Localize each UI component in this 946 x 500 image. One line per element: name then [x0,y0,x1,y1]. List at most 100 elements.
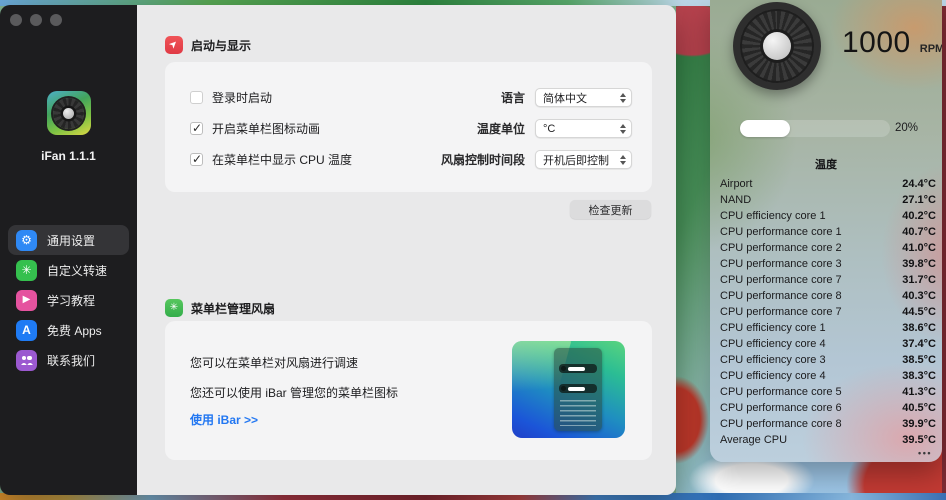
settings-content: ➤ 启动与显示 登录时启动 开启菜单栏图标动画 [137,5,676,495]
dropdown-row: 语言 简体中文 [395,88,632,107]
preview-panel [554,348,602,431]
sensor-name: Average CPU [720,434,787,446]
dropdown-value: 简体中文 [543,90,620,106]
temperature-row: CPU efficiency core 1 38.6°C [710,320,942,336]
dropdown-label: 语言 [395,89,525,106]
sensor-name: CPU performance core 3 [720,258,842,270]
sidebar-item-contact-us[interactable]: 联系我们 [8,345,129,375]
chevron-updown-icon [620,93,626,103]
checkbox-row[interactable]: 在菜单栏中显示 CPU 温度 [190,149,352,169]
sensor-value: 40.5°C [902,402,936,414]
wallpaper-edge [942,0,946,500]
checkbox[interactable] [190,153,203,166]
rpm-unit: RPM [920,43,942,55]
launch-display-card: 登录时启动 开启菜单栏图标动画 在菜单栏中显示 CPU 温度 [165,62,652,192]
toggle-group: 登录时启动 开启菜单栏图标动画 在菜单栏中显示 CPU 温度 [190,87,352,180]
sensor-value: 44.5°C [902,306,936,318]
temperature-row: CPU performance core 6 40.5°C [710,400,942,416]
sensor-value: 39.9°C [902,418,936,430]
rpm-readout: 1000 RPM [842,26,942,60]
sensor-value: 40.3°C [902,290,936,302]
ibar-link[interactable]: 使用 iBar >> [190,411,258,428]
fan-icon: ✳ [16,260,37,281]
menubar-preview-image [512,341,625,438]
sensor-name: CPU performance core 5 [720,386,842,398]
sensor-name: CPU efficiency core 3 [720,354,826,366]
sensor-value: 27.1°C [902,194,936,206]
sensor-value: 31.7°C [902,274,936,286]
dropdown[interactable]: °C [535,119,632,138]
temperature-row: Airport 24.4°C [710,176,942,192]
sensor-name: CPU performance core 7 [720,306,842,318]
sensor-name: Airport [720,178,752,190]
temperature-row: CPU efficiency core 1 40.2°C [710,208,942,224]
sensor-value: 39.8°C [902,258,936,270]
sensor-name: CPU performance core 8 [720,290,842,302]
more-indicator[interactable]: ••• [918,448,932,458]
temperature-row: CPU performance core 2 41.0°C [710,240,942,256]
sensor-value: 38.6°C [902,322,936,334]
sensor-value: 38.3°C [902,370,936,382]
temperature-row: Average CPU 39.5°C [710,432,942,448]
checkbox-row[interactable]: 开启菜单栏图标动画 [190,118,352,138]
checkbox-row[interactable]: 登录时启动 [190,87,352,107]
sensor-name: CPU performance core 6 [720,402,842,414]
fan-speed-slider[interactable] [740,120,890,137]
dropdown-row: 风扇控制时间段 开机后即控制 [395,150,632,169]
checkbox[interactable] [190,91,203,104]
app-version-label: iFan 1.1.1 [0,149,137,163]
section-menubar-header: ✳ 菜单栏管理风扇 [165,299,275,317]
sensor-value: 40.7°C [902,226,936,238]
app-store-icon: A [16,320,37,341]
sensor-name: CPU performance core 1 [720,226,842,238]
temperature-row: CPU performance core 7 31.7°C [710,272,942,288]
sidebar-item-general-settings[interactable]: ⚙ 通用设置 [8,225,129,255]
app-identity: iFan 1.1.1 [0,91,137,163]
fan-speed-slider-fill[interactable] [740,120,790,137]
fan-hub [763,32,791,60]
minimize-button[interactable] [30,14,42,26]
close-button[interactable] [10,14,22,26]
sensor-name: CPU performance core 8 [720,418,842,430]
paper-plane-icon: ➤ [165,36,183,54]
temperature-row: CPU performance core 5 41.3°C [710,384,942,400]
sensor-value: 37.4°C [902,338,936,350]
fan-icon: ✳ [165,299,183,317]
sensor-value: 40.2°C [902,210,936,222]
sensor-value: 41.3°C [902,386,936,398]
sidebar-item-free-apps[interactable]: A 免费 Apps [8,315,129,345]
sensor-name: CPU efficiency core 1 [720,210,826,222]
sidebar-item-tutorials[interactable]: ▶ 学习教程 [8,285,129,315]
zoom-button[interactable] [50,14,62,26]
sensor-name: CPU efficiency core 4 [720,370,826,382]
sensor-name: CPU efficiency core 4 [720,338,826,350]
app-logo-icon [47,91,91,135]
sidebar-nav: ⚙ 通用设置 ✳ 自定义转速 ▶ 学习教程 A 免费 Apps 联系我们 [8,225,129,375]
menubar-info-line1: 您可以在菜单栏对风扇进行调速 [190,354,358,371]
menubar-card: 您可以在菜单栏对风扇进行调速 您还可以使用 iBar 管理您的菜单栏图标 使用 … [165,321,652,460]
fan-image [733,2,821,90]
gear-icon: ⚙ [16,230,37,251]
ifan-app-window: iFan 1.1.1 ⚙ 通用设置 ✳ 自定义转速 ▶ 学习教程 A 免费 Ap… [0,5,676,495]
sensor-value: 39.5°C [902,434,936,446]
temperature-row: NAND 27.1°C [710,192,942,208]
temperature-row: CPU performance core 1 40.7°C [710,224,942,240]
checkbox-label: 开启菜单栏图标动画 [212,120,320,137]
dropdown-value: °C [543,123,620,135]
dropdown[interactable]: 开机后即控制 [535,150,632,169]
temperature-row: CPU efficiency core 4 38.3°C [710,368,942,384]
sidebar-item-custom-speed[interactable]: ✳ 自定义转速 [8,255,129,285]
temperature-list: Airport 24.4°C NAND 27.1°C CPU efficienc… [710,176,942,448]
fan-popover-panel: 1000 RPM 20% 温度 Airport 24.4°C NAND 27.1… [710,0,942,462]
dropdown-label: 温度单位 [395,120,525,137]
sensor-name: CPU performance core 7 [720,274,842,286]
dropdown[interactable]: 简体中文 [535,88,632,107]
dropdown-row: 温度单位 °C [395,119,632,138]
dropdown-group: 语言 简体中文 温度单位 °C [395,88,632,181]
sensor-name: NAND [720,194,751,206]
rpm-value: 1000 [842,26,911,60]
dropdown-label: 风扇控制时间段 [395,151,525,168]
check-update-button[interactable]: 检查更新 [570,200,651,219]
checkbox[interactable] [190,122,203,135]
temperature-row: CPU efficiency core 3 38.5°C [710,352,942,368]
